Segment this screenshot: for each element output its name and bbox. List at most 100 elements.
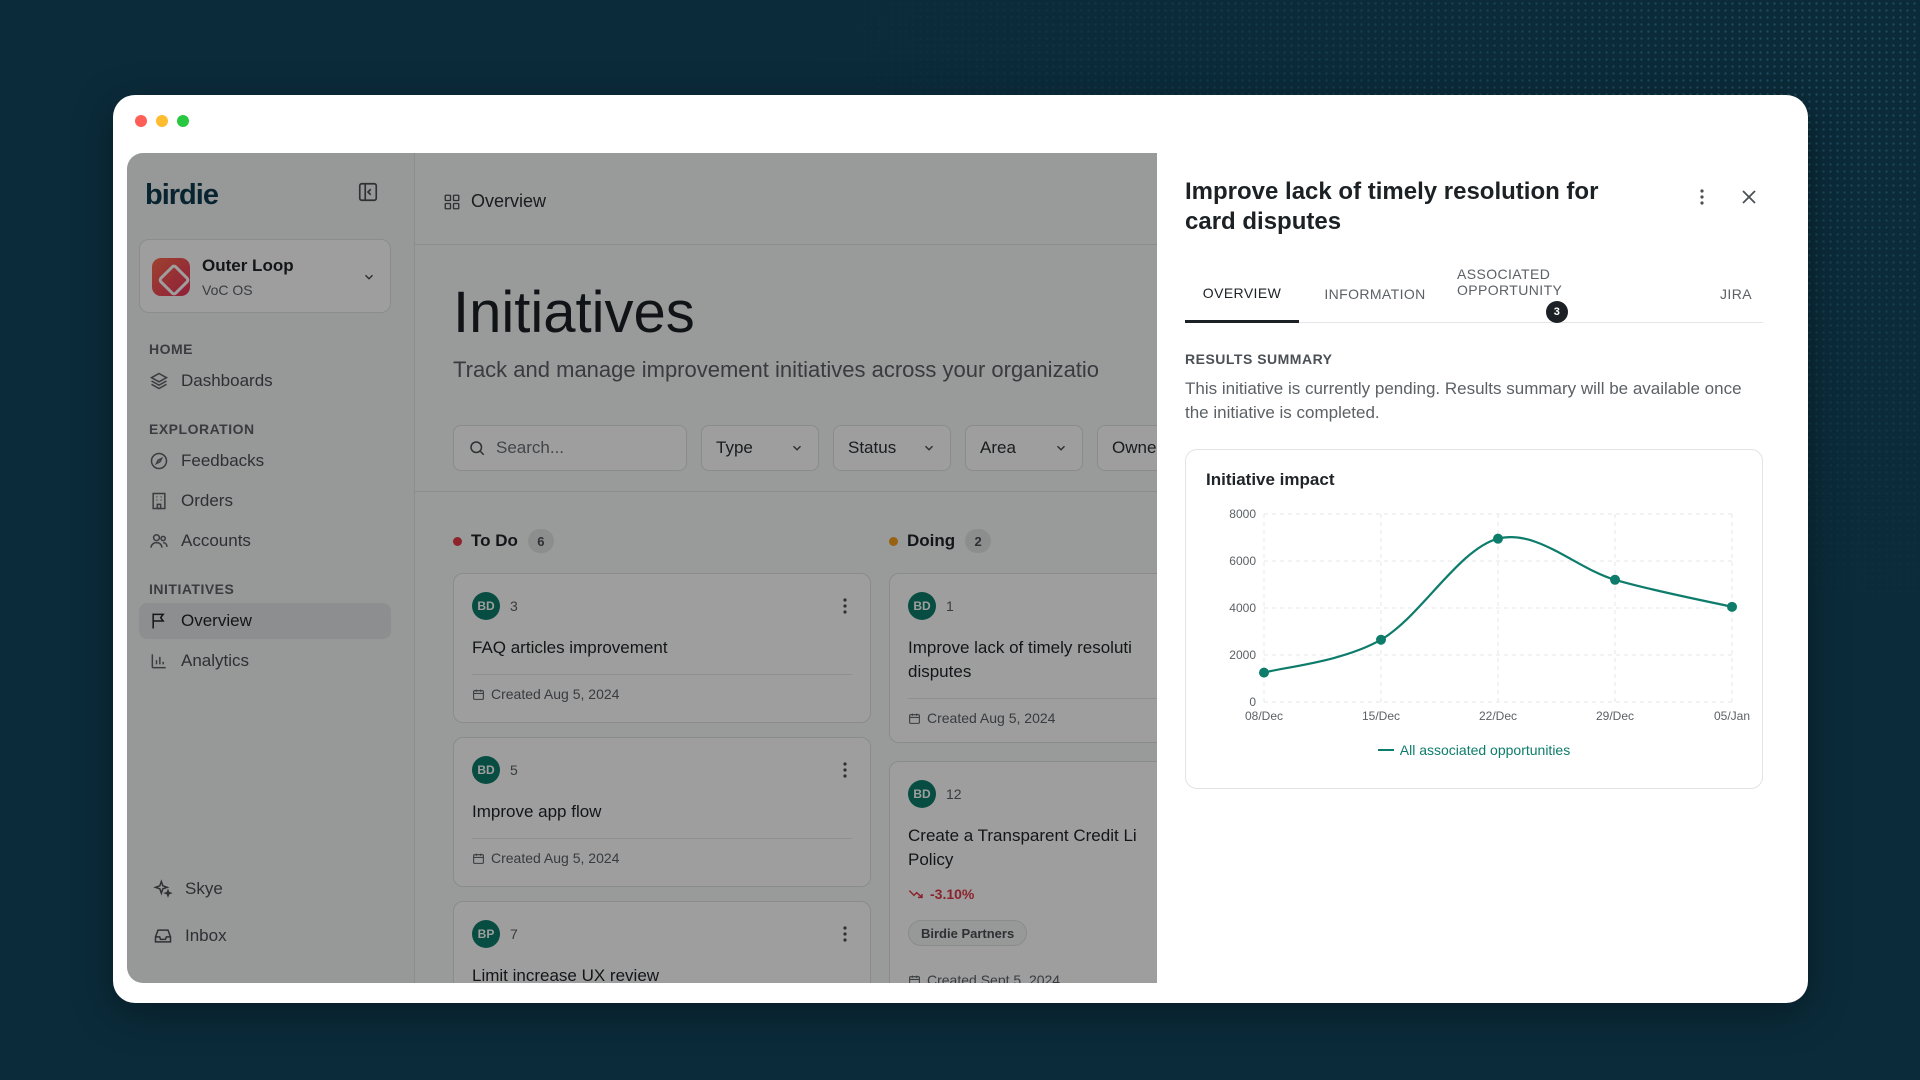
minimize-window-button[interactable] — [156, 115, 168, 127]
sidebar-item-label: Dashboards — [181, 371, 273, 390]
tab-jira[interactable]: JIRA — [1709, 265, 1763, 323]
avatar: BD — [908, 592, 936, 620]
filter-label: Area — [980, 438, 1016, 457]
panel-title: Improve lack of timely resolution for ca… — [1185, 178, 1599, 235]
card-number: 5 — [510, 762, 518, 778]
initiative-card[interactable]: BD 3 FAQ articles improvement Created Au… — [453, 573, 871, 723]
chevron-down-icon — [792, 445, 802, 451]
card-title-line: Improve lack of timely resoluti — [908, 638, 1132, 657]
y-tick-label: 2000 — [1229, 648, 1256, 662]
legend-swatch — [1377, 749, 1394, 751]
sidebar-item-orders[interactable]: Orders — [139, 483, 391, 519]
breadcrumb[interactable]: Overview — [443, 191, 546, 212]
users-icon — [150, 534, 168, 548]
initiative-detail-panel: Improve lack of timely resolution for ca… — [1157, 153, 1793, 983]
app-logo[interactable]: birdie — [145, 179, 219, 212]
more-vertical-icon[interactable] — [842, 596, 848, 616]
filter-type[interactable]: Type — [701, 425, 819, 471]
sidebar-item-label: Orders — [181, 491, 233, 510]
avatar: BD — [908, 780, 936, 808]
tab-label: OVERVIEW — [1202, 284, 1282, 301]
avatar: BD — [472, 756, 500, 784]
card-title-line: Create a Transparent Credit Li — [908, 826, 1137, 845]
chart-legend[interactable]: All associated opportunities — [1186, 742, 1762, 758]
trend-down-icon — [908, 890, 923, 899]
sidebar-item-skye[interactable]: Skye — [143, 871, 395, 907]
card-date: Created Aug 5, 2024 — [472, 686, 619, 702]
filter-bar: Type Status Area Owne — [453, 425, 1215, 471]
initiative-card[interactable]: BP 7 Limit increase UX review — [453, 901, 871, 983]
search-field[interactable] — [453, 425, 687, 471]
page-title: Initiatives — [453, 280, 695, 345]
app-root: birdie Outer Loop VoC OS HOME Dashboards… — [127, 153, 1793, 983]
results-summary-text: This initiative is currently pending. Re… — [1185, 379, 1742, 422]
card-title-line: disputes — [908, 662, 972, 681]
x-tick-label: 22/Dec — [1479, 709, 1517, 723]
card-date: Created Aug 5, 2024 — [472, 850, 619, 866]
status-dot — [453, 536, 462, 546]
close-icon[interactable] — [1741, 189, 1757, 205]
data-point — [1259, 667, 1269, 678]
maximize-window-button[interactable] — [177, 115, 189, 127]
sidebar-collapse-icon[interactable] — [357, 181, 379, 203]
sidebar-item-analytics[interactable]: Analytics — [139, 643, 391, 679]
more-vertical-icon[interactable] — [842, 924, 848, 944]
trend-value: -3.10% — [930, 886, 975, 902]
sidebar-item-label: Analytics — [181, 651, 250, 670]
page-subtitle: Track and manage improvement initiatives… — [453, 357, 1100, 382]
sidebar-item-accounts[interactable]: Accounts — [139, 523, 391, 559]
panel-tabs: OVERVIEW INFORMATION ASSOCIATED OPPORTUN… — [1185, 265, 1763, 323]
tab-information[interactable]: INFORMATION — [1313, 265, 1437, 323]
card-number: 3 — [510, 598, 518, 614]
sidebar-item-label: Overview — [181, 611, 252, 630]
more-vertical-icon[interactable] — [842, 760, 848, 780]
card-date-label: Created Aug 5, 2024 — [491, 686, 620, 702]
card-title-line: Policy — [908, 850, 954, 869]
card-date-label: Created Aug 5, 2024 — [927, 710, 1056, 726]
sparkles-icon — [153, 879, 173, 898]
calendar-icon — [473, 689, 484, 700]
card-date: Created Aug 5, 2024 — [908, 710, 1055, 726]
search-icon — [470, 441, 485, 456]
count-badge: 3 — [1546, 300, 1568, 323]
column-header-doing: Doing 2 — [889, 529, 992, 553]
search-input[interactable] — [496, 438, 666, 458]
close-window-button[interactable] — [135, 115, 147, 127]
y-tick-label: 0 — [1249, 695, 1256, 709]
filter-status[interactable]: Status — [833, 425, 951, 471]
x-tick-label: 08/Dec — [1245, 709, 1283, 723]
org-logo — [152, 258, 190, 296]
initiative-card[interactable]: BD 5 Improve app flow Created Aug 5, 202… — [453, 737, 871, 887]
nav-section-initiatives: INITIATIVES — [149, 581, 235, 597]
browser-window: birdie Outer Loop VoC OS HOME Dashboards… — [113, 95, 1808, 1003]
layers-icon — [149, 372, 169, 390]
sidebar-item-inbox[interactable]: Inbox — [143, 918, 395, 954]
data-point — [1493, 533, 1503, 544]
topbar: Overview — [415, 153, 1157, 245]
sidebar-item-dashboards[interactable]: Dashboards — [139, 363, 391, 399]
partner-tag[interactable]: Birdie Partners — [908, 920, 1028, 946]
window-controls — [135, 115, 189, 127]
card-date-label: Created Sept 5, 2024 — [927, 972, 1061, 983]
tab-overview[interactable]: OVERVIEW — [1185, 265, 1299, 323]
sidebar-item-overview[interactable]: Overview — [139, 603, 391, 639]
org-switcher[interactable]: Outer Loop VoC OS — [139, 239, 391, 313]
sidebar-item-feedbacks[interactable]: Feedbacks — [139, 443, 391, 479]
results-summary-label: RESULTS SUMMARY — [1185, 351, 1333, 367]
sidebar: birdie Outer Loop VoC OS HOME Dashboards… — [127, 153, 415, 983]
data-point — [1610, 574, 1620, 585]
filter-label: Status — [848, 438, 897, 457]
tab-associated-opportunity[interactable]: ASSOCIATED OPPORTUNITY 3 — [1457, 265, 1657, 323]
status-dot — [889, 536, 898, 546]
card-title: Limit increase UX review — [472, 966, 660, 983]
data-point — [1727, 601, 1737, 612]
more-vertical-icon[interactable] — [1699, 187, 1705, 207]
column-header-todo: To Do 6 — [453, 529, 554, 553]
filter-area[interactable]: Area — [965, 425, 1083, 471]
calendar-icon — [473, 853, 484, 864]
card-number: 12 — [946, 786, 962, 802]
sidebar-item-label: Inbox — [185, 926, 227, 945]
divider — [415, 491, 1157, 492]
sidebar-item-label: Accounts — [181, 531, 251, 550]
card-date: Created Sept 5, 2024 — [908, 972, 1060, 983]
